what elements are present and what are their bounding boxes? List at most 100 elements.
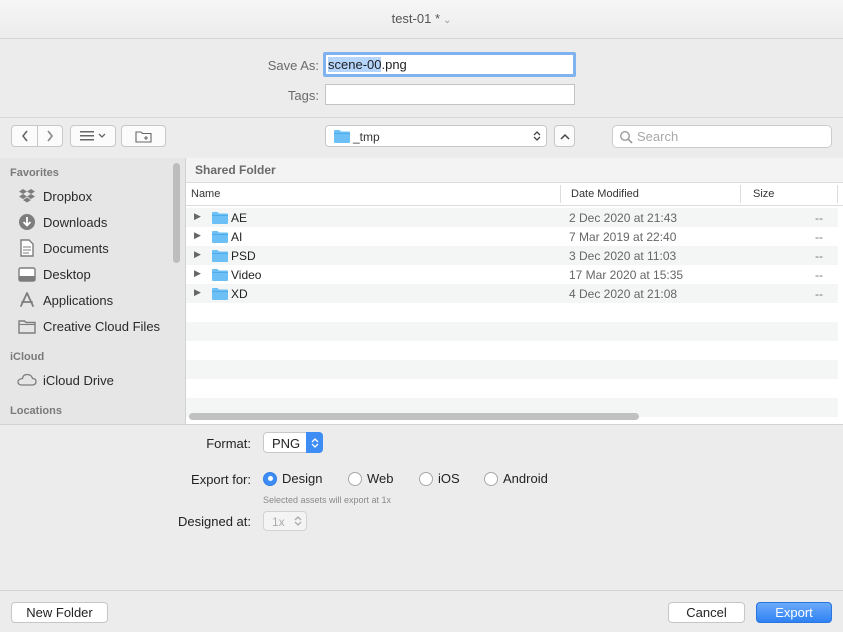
radio-design[interactable]: Design bbox=[263, 471, 322, 486]
filename-selection: scene-00 bbox=[328, 57, 382, 72]
horizontal-scrollbar[interactable] bbox=[189, 413, 639, 420]
table-row[interactable]: ▶ PSD 3 Dec 2020 at 11:03 -- bbox=[186, 246, 838, 265]
filename-field[interactable]: scene-00.png bbox=[323, 52, 576, 77]
chevron-down-icon: ⌄ bbox=[443, 15, 452, 26]
icloud-icon bbox=[17, 371, 37, 389]
empty-row bbox=[186, 360, 838, 379]
search-input[interactable]: Search bbox=[612, 125, 832, 148]
disclosure-triangle-icon[interactable]: ▶ bbox=[194, 230, 201, 241]
row-name: XD bbox=[231, 287, 248, 301]
new-folder-button[interactable]: New Folder bbox=[11, 602, 108, 623]
empty-row bbox=[186, 303, 838, 322]
column-header-size[interactable]: Size bbox=[753, 188, 774, 200]
radio-web[interactable]: Web bbox=[348, 471, 394, 486]
table-row[interactable]: ▶ AI 7 Mar 2019 at 22:40 -- bbox=[186, 227, 838, 246]
row-date: 2 Dec 2020 at 21:43 bbox=[569, 211, 678, 225]
column-divider[interactable] bbox=[837, 185, 838, 203]
radio-label: iOS bbox=[438, 471, 460, 486]
radio-label: Web bbox=[367, 471, 394, 486]
save-panel: Save As: scene-00.png Tags: bbox=[0, 39, 843, 118]
folder-icon bbox=[212, 288, 228, 300]
cancel-button[interactable]: Cancel bbox=[668, 602, 745, 623]
disclosure-triangle-icon[interactable]: ▶ bbox=[194, 211, 201, 222]
folder-icon bbox=[334, 130, 350, 143]
format-label: Format: bbox=[206, 436, 251, 451]
chevron-right-icon bbox=[46, 130, 53, 142]
disclosure-triangle-icon[interactable]: ▶ bbox=[194, 249, 201, 260]
sidebar-item-documents[interactable]: Documents bbox=[17, 237, 109, 259]
back-forward-control bbox=[11, 125, 63, 147]
sidebar-item-icloud-drive[interactable]: iCloud Drive bbox=[17, 369, 114, 391]
radio-indicator bbox=[419, 471, 433, 486]
window-title[interactable]: test-01 * ⌄ bbox=[0, 11, 843, 26]
table-row[interactable]: ▶ AE 2 Dec 2020 at 21:43 -- bbox=[186, 208, 838, 227]
row-name: PSD bbox=[231, 249, 256, 263]
forward-button[interactable] bbox=[36, 126, 62, 146]
sidebar-item-desktop[interactable]: Desktop bbox=[17, 263, 91, 285]
sidebar-item-label: Desktop bbox=[43, 266, 91, 282]
designed-at-value: 1x bbox=[272, 515, 285, 529]
desktop-icon bbox=[17, 265, 37, 283]
radio-indicator bbox=[484, 471, 498, 486]
sidebar-heading-icloud: iCloud bbox=[10, 351, 45, 363]
chevron-up-icon bbox=[559, 133, 570, 140]
radio-label: Design bbox=[282, 471, 323, 486]
folder-icon bbox=[212, 269, 228, 281]
sidebar-item-label: Downloads bbox=[43, 214, 108, 230]
window-title-text: test-01 * bbox=[391, 11, 441, 26]
export-button[interactable]: Export bbox=[756, 602, 832, 623]
view-mode-button[interactable] bbox=[70, 125, 116, 147]
path-header: Shared Folder bbox=[186, 158, 843, 183]
filename-extension: .png bbox=[381, 57, 407, 72]
column-header-date[interactable]: Date Modified bbox=[571, 188, 639, 200]
chevron-down-icon bbox=[98, 133, 106, 138]
column-header-name[interactable]: Name bbox=[191, 188, 220, 200]
dialog-footer: New Folder Cancel Export bbox=[0, 590, 843, 632]
row-size: -- bbox=[815, 268, 823, 282]
sidebar-item-downloads[interactable]: Downloads bbox=[17, 211, 107, 233]
location-label: _tmp bbox=[353, 130, 380, 144]
sidebar-item-label: iCloud Drive bbox=[43, 372, 114, 388]
export-for-label: Export for: bbox=[191, 472, 251, 487]
browser-toolbar: _tmp Search bbox=[0, 118, 843, 158]
designed-at-label: Designed at: bbox=[178, 514, 251, 529]
sidebar-scrollbar[interactable] bbox=[173, 163, 180, 263]
row-name: AE bbox=[231, 211, 248, 225]
sidebar-item-creative-cloud-files[interactable]: Creative Cloud Files bbox=[17, 315, 160, 337]
radio-android[interactable]: Android bbox=[484, 471, 548, 486]
tags-field[interactable] bbox=[325, 84, 575, 105]
table-row[interactable]: ▶ Video 17 Mar 2020 at 15:35 -- bbox=[186, 265, 838, 284]
format-value: PNG bbox=[272, 436, 301, 451]
row-date: 17 Mar 2020 at 15:35 bbox=[569, 268, 684, 282]
sidebar-item-label: Documents bbox=[43, 240, 109, 256]
disclosure-triangle-icon[interactable]: ▶ bbox=[194, 268, 201, 279]
sidebar-heading-favorites: Favorites bbox=[10, 167, 59, 179]
row-size: -- bbox=[815, 249, 823, 263]
export-options: Format: PNG Export for: Design Web iOS A… bbox=[0, 424, 843, 591]
empty-row bbox=[186, 379, 838, 398]
sidebar-item-dropbox[interactable]: Dropbox bbox=[17, 185, 92, 207]
row-size: -- bbox=[815, 211, 823, 225]
radio-label: Android bbox=[503, 471, 548, 486]
sidebar-item-label: Creative Cloud Files bbox=[43, 318, 161, 334]
column-divider[interactable] bbox=[560, 185, 561, 203]
export-note: Selected assets will export at 1x bbox=[263, 495, 392, 505]
downloads-icon bbox=[17, 213, 37, 231]
location-popup[interactable]: _tmp bbox=[325, 125, 547, 147]
row-date: 4 Dec 2020 at 21:08 bbox=[569, 287, 678, 301]
expand-button[interactable] bbox=[554, 125, 575, 147]
radio-indicator bbox=[348, 471, 362, 486]
new-folder-toolbar-button[interactable] bbox=[121, 125, 166, 147]
sidebar-item-applications[interactable]: Applications bbox=[17, 289, 113, 311]
disclosure-triangle-icon[interactable]: ▶ bbox=[194, 287, 201, 298]
column-divider[interactable] bbox=[740, 185, 741, 203]
radio-selected-indicator bbox=[263, 471, 277, 486]
format-select[interactable]: PNG bbox=[263, 432, 323, 453]
row-size: -- bbox=[815, 287, 823, 301]
back-button[interactable] bbox=[13, 126, 37, 146]
search-icon bbox=[619, 130, 633, 144]
stepper-arrows-icon bbox=[306, 432, 323, 453]
radio-ios[interactable]: iOS bbox=[419, 471, 460, 486]
table-row[interactable]: ▶ XD 4 Dec 2020 at 21:08 -- bbox=[186, 284, 838, 303]
list-view-icon bbox=[80, 131, 94, 141]
